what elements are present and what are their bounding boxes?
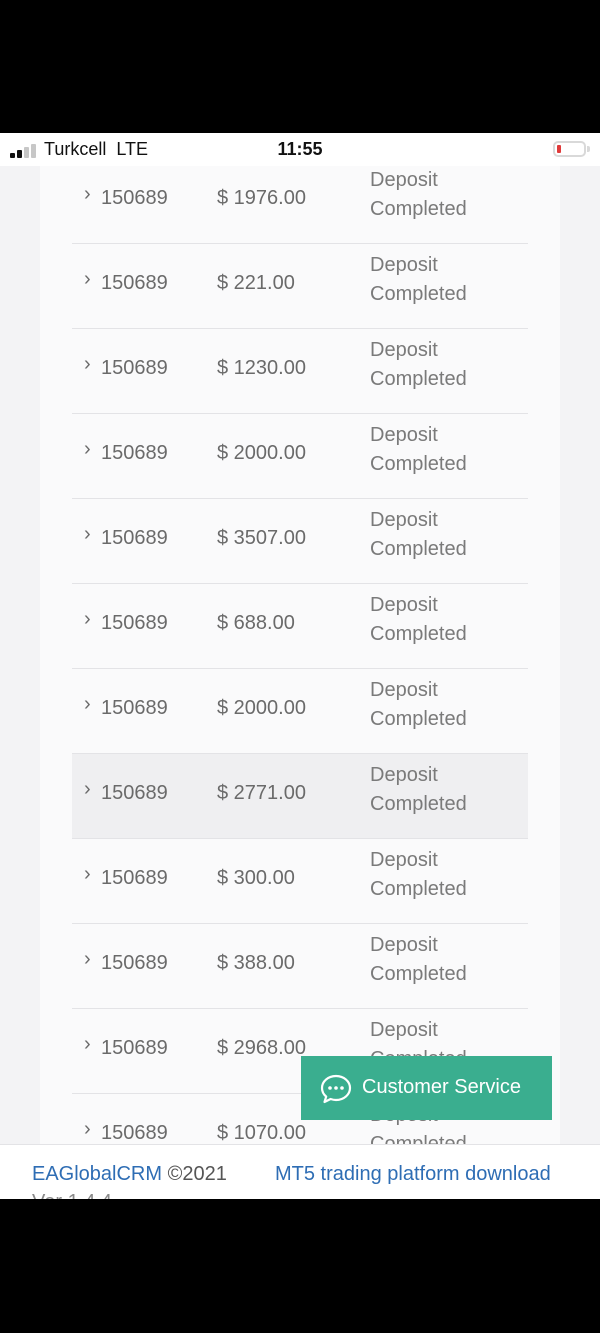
transaction-type: Deposit <box>370 764 438 786</box>
transaction-state: Completed <box>370 793 467 815</box>
transaction-status: Deposit Completed <box>370 336 520 394</box>
transaction-state: Completed <box>370 878 467 900</box>
transaction-status: Deposit Completed <box>370 506 520 564</box>
expand-chevron-icon[interactable]: › <box>84 948 91 971</box>
transaction-amount: $ 221.00 <box>217 272 295 294</box>
transaction-state: Completed <box>370 453 467 475</box>
transaction-account: 150689 <box>101 697 168 719</box>
expand-chevron-icon[interactable]: › <box>84 1118 91 1141</box>
transaction-state: Completed <box>370 538 467 560</box>
transaction-amount: $ 2771.00 <box>217 782 306 804</box>
transaction-row[interactable]: › 150689 $ 221.00 Deposit Completed <box>72 244 528 329</box>
transaction-row[interactable]: › 150689 $ 688.00 Deposit Completed <box>72 584 528 669</box>
battery-level <box>557 145 561 153</box>
footer-brand-link[interactable]: EAGlobalCRM <box>32 1163 162 1185</box>
expand-chevron-icon[interactable]: › <box>84 523 91 546</box>
expand-chevron-icon[interactable]: › <box>84 438 91 461</box>
transaction-amount: $ 2000.00 <box>217 697 306 719</box>
customer-service-button[interactable]: Customer Service <box>301 1056 552 1120</box>
battery-icon <box>553 141 590 157</box>
transaction-row[interactable]: › 150689 $ 2771.00 Deposit Completed <box>72 754 528 839</box>
mt5-download-link[interactable]: MT5 trading platform download <box>275 1163 551 1186</box>
expand-chevron-icon[interactable]: › <box>84 268 91 291</box>
chat-bubble-icon <box>320 1074 352 1104</box>
transaction-state: Completed <box>370 623 467 645</box>
expand-chevron-icon[interactable]: › <box>84 608 91 631</box>
transaction-type: Deposit <box>370 509 438 531</box>
expand-chevron-icon[interactable]: › <box>84 863 91 886</box>
status-time: 11:55 <box>277 139 323 159</box>
transaction-type: Deposit <box>370 679 438 701</box>
transaction-type: Deposit <box>370 339 438 361</box>
page-footer: EAGlobalCRM ©2021 MT5 trading platform d… <box>0 1144 600 1199</box>
transaction-status: Deposit Completed <box>370 591 520 649</box>
transaction-amount: $ 300.00 <box>217 867 295 889</box>
transaction-amount: $ 1976.00 <box>217 187 306 209</box>
transaction-account: 150689 <box>101 357 168 379</box>
transaction-type: Deposit <box>370 254 438 276</box>
expand-chevron-icon[interactable]: › <box>84 353 91 376</box>
transaction-row[interactable]: › 150689 $ 300.00 Deposit Completed <box>72 839 528 924</box>
transaction-state: Completed <box>370 708 467 730</box>
transaction-state: Completed <box>370 283 467 305</box>
expand-chevron-icon[interactable]: › <box>84 778 91 801</box>
footer-copyright-year: ©2021 <box>167 1163 227 1185</box>
expand-chevron-icon[interactable]: › <box>84 693 91 716</box>
transaction-type: Deposit <box>370 849 438 871</box>
transaction-row[interactable]: › 150689 $ 1976.00 Deposit Completed <box>72 159 528 244</box>
letterbox-bottom <box>0 1199 600 1333</box>
transaction-type: Deposit <box>370 934 438 956</box>
transaction-account: 150689 <box>101 782 168 804</box>
transaction-state: Completed <box>370 198 467 220</box>
transaction-amount: $ 688.00 <box>217 612 295 634</box>
expand-chevron-icon[interactable]: › <box>84 183 91 206</box>
customer-service-label: Customer Service <box>362 1076 521 1098</box>
transaction-account: 150689 <box>101 952 168 974</box>
transaction-type: Deposit <box>370 169 438 191</box>
transaction-type: Deposit <box>370 594 438 616</box>
transaction-account: 150689 <box>101 187 168 209</box>
transaction-row[interactable]: › 150689 $ 2000.00 Deposit Completed <box>72 669 528 754</box>
expand-chevron-icon[interactable]: › <box>84 1033 91 1056</box>
transaction-account: 150689 <box>101 1037 168 1059</box>
letterbox-top <box>0 0 600 133</box>
transaction-row[interactable]: › 150689 $ 1230.00 Deposit Completed <box>72 329 528 414</box>
transaction-amount: $ 2968.00 <box>217 1037 306 1059</box>
transaction-account: 150689 <box>101 272 168 294</box>
transaction-row[interactable]: › 150689 $ 3507.00 Deposit Completed <box>72 499 528 584</box>
transaction-status: Deposit Completed <box>370 251 520 309</box>
transaction-status: Deposit Completed <box>370 421 520 479</box>
transaction-account: 150689 <box>101 612 168 634</box>
transaction-amount: $ 1070.00 <box>217 1122 306 1144</box>
transaction-amount: $ 388.00 <box>217 952 295 974</box>
transaction-list: › 150689 $ 1976.00 Deposit Completed › 150689 $… <box>72 133 528 1179</box>
phone-screen: Turkcell LTE 11:55 › 150689 $ 1976.00 Depos… <box>0 133 600 1199</box>
footer-copyright: EAGlobalCRM ©2021 <box>32 1163 227 1186</box>
footer-version: Ver 1.4.4 <box>32 1191 112 1199</box>
status-bar: Turkcell LTE 11:55 <box>0 133 600 166</box>
transaction-state: Completed <box>370 368 467 390</box>
transaction-status: Deposit Completed <box>370 931 520 989</box>
transaction-status: Deposit Completed <box>370 761 520 819</box>
transaction-row[interactable]: › 150689 $ 2000.00 Deposit Completed <box>72 414 528 499</box>
transaction-account: 150689 <box>101 527 168 549</box>
transaction-row[interactable]: › 150689 $ 388.00 Deposit Completed <box>72 924 528 1009</box>
transaction-amount: $ 1230.00 <box>217 357 306 379</box>
transaction-account: 150689 <box>101 1122 168 1144</box>
transaction-type: Deposit <box>370 424 438 446</box>
transaction-account: 150689 <box>101 442 168 464</box>
transaction-status: Deposit Completed <box>370 676 520 734</box>
transaction-rows: › 150689 $ 1976.00 Deposit Completed › 150689 $… <box>72 159 528 1179</box>
transaction-status: Deposit Completed <box>370 166 520 224</box>
transaction-state: Completed <box>370 963 467 985</box>
transaction-type: Deposit <box>370 1019 438 1041</box>
transaction-amount: $ 3507.00 <box>217 527 306 549</box>
transaction-account: 150689 <box>101 867 168 889</box>
transaction-amount: $ 2000.00 <box>217 442 306 464</box>
transaction-status: Deposit Completed <box>370 846 520 904</box>
